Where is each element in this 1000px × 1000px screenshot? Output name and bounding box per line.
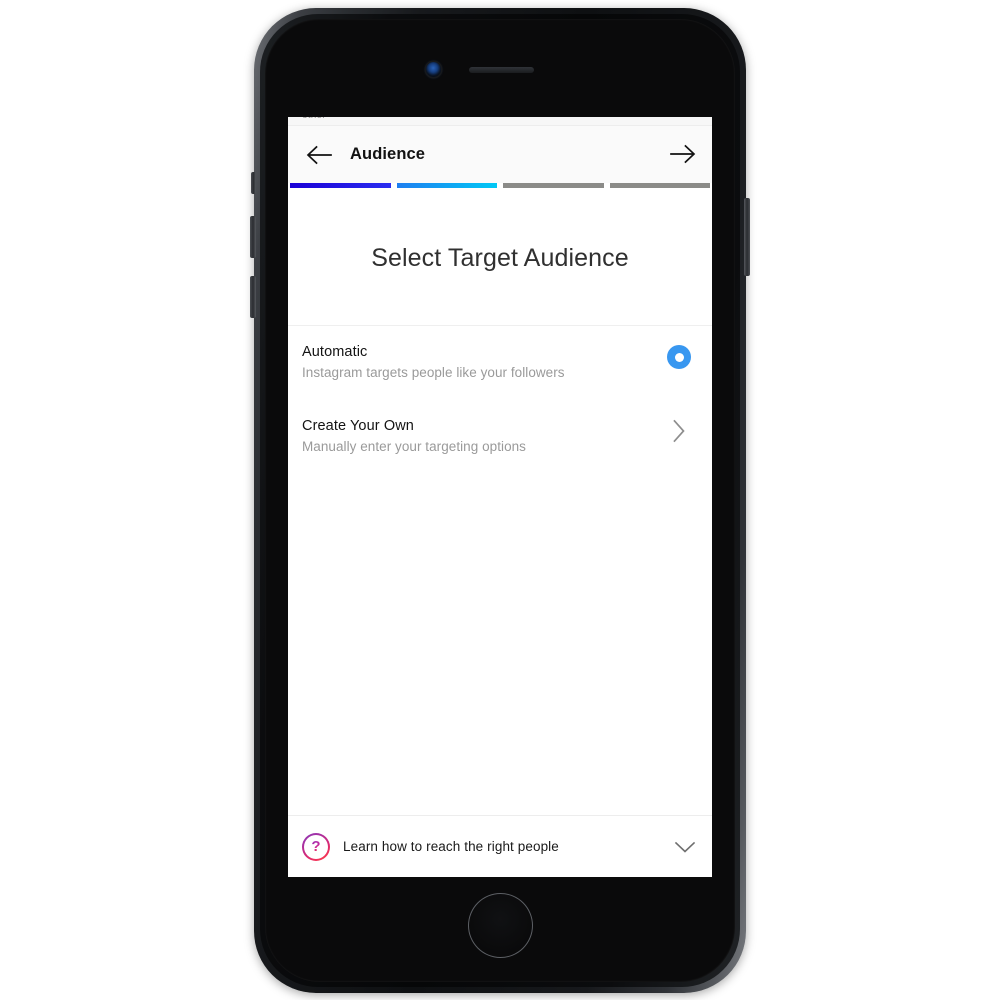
next-button[interactable] xyxy=(666,137,700,171)
option-text-block: Create Your Own Manually enter your targ… xyxy=(302,416,662,457)
progress-segment-2 xyxy=(396,183,497,188)
hero-title: Select Target Audience xyxy=(371,244,629,272)
footer-label: Learn how to reach the right people xyxy=(343,839,559,854)
back-button[interactable] xyxy=(302,138,336,172)
learn-more-footer[interactable]: ? Learn how to reach the right people xyxy=(288,815,712,877)
radio-inner-dot xyxy=(674,352,684,362)
option-title: Create Your Own xyxy=(302,418,414,434)
progress-segment-4 xyxy=(609,183,710,188)
option-row-create-your-own[interactable]: Create Your Own Manually enter your targ… xyxy=(288,400,712,474)
option-control[interactable] xyxy=(662,342,696,369)
option-subtitle: Manually enter your targeting options xyxy=(302,439,526,454)
question-mark-glyph: ? xyxy=(311,838,321,855)
clipped-top-strip: other xyxy=(288,117,712,126)
screenshot-canvas: other Audience Select Targ xyxy=(0,0,1000,1000)
power-button[interactable] xyxy=(744,198,750,276)
volume-down-button[interactable] xyxy=(250,276,256,318)
mute-switch[interactable] xyxy=(251,172,256,194)
chevron-right-icon xyxy=(673,419,685,443)
progress-segment-3 xyxy=(503,183,604,188)
expand-footer-button[interactable] xyxy=(672,834,698,860)
earpiece-speaker-icon xyxy=(469,67,534,73)
option-subtitle: Instagram targets people like your follo… xyxy=(302,365,565,380)
phone-screen: other Audience Select Targ xyxy=(288,117,712,877)
progress-segment-1 xyxy=(290,183,391,188)
step-progress-bar xyxy=(288,183,712,191)
chevron-down-icon xyxy=(674,841,696,853)
radio-selected-icon[interactable] xyxy=(667,345,691,369)
navigation-bar: Audience xyxy=(288,126,712,183)
home-button[interactable] xyxy=(468,893,533,958)
hero-section: Select Target Audience xyxy=(288,191,712,326)
audience-option-list: Automatic Instagram targets people like … xyxy=(288,326,712,474)
clipped-top-text: other xyxy=(302,117,326,121)
option-control[interactable] xyxy=(662,416,696,443)
option-title: Automatic xyxy=(302,344,368,360)
volume-up-button[interactable] xyxy=(250,216,256,258)
option-text-block: Automatic Instagram targets people like … xyxy=(302,342,662,383)
arrow-right-icon xyxy=(670,144,696,164)
question-circle-icon: ? xyxy=(302,832,330,861)
front-camera-icon xyxy=(426,62,441,77)
page-title: Audience xyxy=(350,145,426,163)
option-row-automatic[interactable]: Automatic Instagram targets people like … xyxy=(288,326,712,400)
arrow-left-icon xyxy=(306,145,332,164)
